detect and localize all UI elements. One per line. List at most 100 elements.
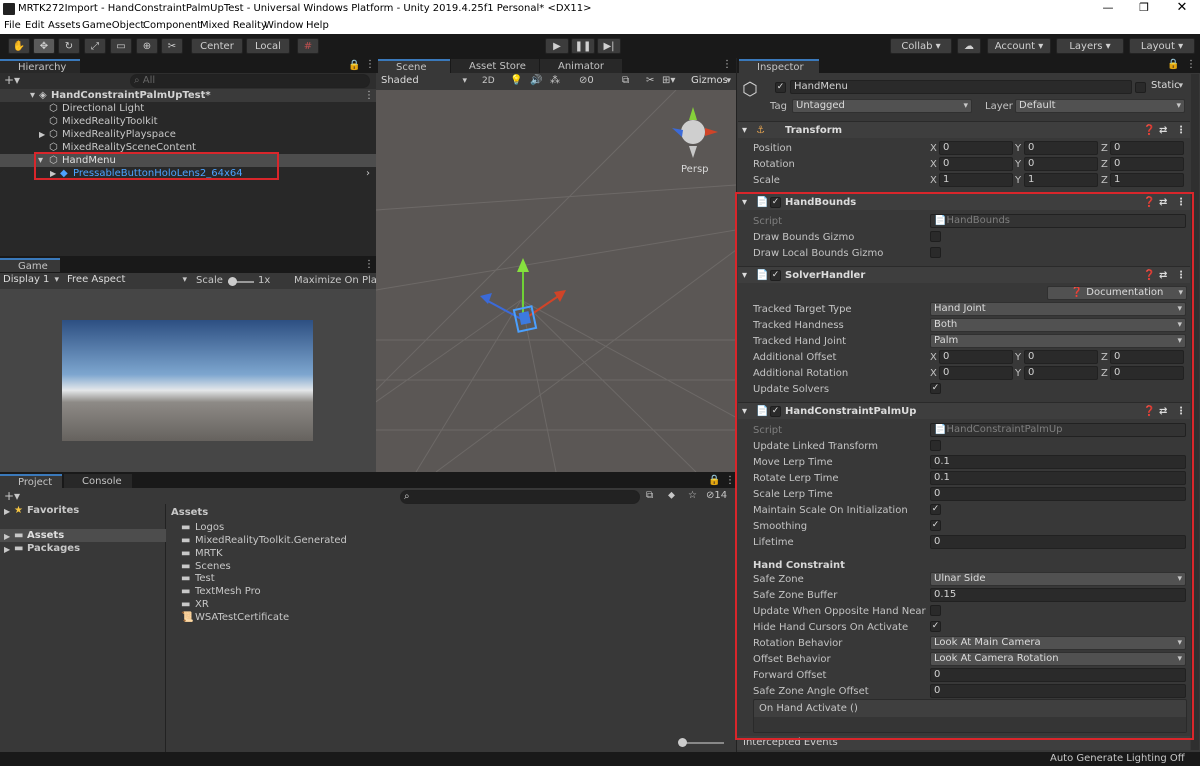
lock-icon[interactable]: 🔒 xyxy=(708,475,720,486)
asset-folder-test[interactable]: Test xyxy=(195,573,215,585)
collab-dropdown[interactable]: Collab ▾ xyxy=(890,38,952,54)
visibility-icon[interactable]: ⊘0 xyxy=(579,75,594,86)
project-search-input[interactable]: ⌕ xyxy=(400,490,640,504)
tab-project[interactable]: Project xyxy=(0,474,62,488)
axis-y-label[interactable]: Y xyxy=(1015,158,1021,171)
breadcrumb[interactable]: Assets xyxy=(171,507,208,519)
tab-console[interactable]: Console xyxy=(64,474,132,488)
scene-menu-icon[interactable]: ⋮ xyxy=(364,90,374,102)
lighting-icon[interactable]: 💡 xyxy=(510,75,522,86)
tab-hierarchy[interactable]: Hierarchy xyxy=(0,59,80,73)
additional-offset-x-field[interactable]: 0 xyxy=(939,350,1013,364)
tag-dropdown[interactable]: Untagged xyxy=(792,99,972,113)
rotation-z-field[interactable]: 0 xyxy=(1110,157,1184,171)
active-checkbox[interactable]: ✓ xyxy=(775,82,786,93)
create-button[interactable]: +▾ xyxy=(4,73,20,87)
expand-arrow-icon[interactable]: ▶ xyxy=(4,531,10,543)
grid-snap-button[interactable]: # xyxy=(297,38,319,54)
position-z-field[interactable]: 0 xyxy=(1110,141,1184,155)
asset-file-certificate[interactable]: WSATestCertificate xyxy=(195,612,289,624)
asset-folder-logos[interactable]: Logos xyxy=(195,522,224,534)
tools-icon[interactable]: ✂ xyxy=(646,75,654,86)
position-y-field[interactable]: 0 xyxy=(1024,141,1098,155)
menu-dots-icon[interactable]: ⋮ xyxy=(725,475,735,486)
static-checkbox[interactable] xyxy=(1135,82,1146,93)
tab-inspector[interactable]: Inspector xyxy=(739,59,819,73)
menu-help[interactable]: Help xyxy=(306,20,329,31)
gizmos-dropdown[interactable]: Gizmos xyxy=(688,75,734,89)
lock-icon[interactable]: 🔒 xyxy=(1167,59,1179,70)
icon-size-slider-thumb[interactable] xyxy=(678,738,687,747)
pause-button[interactable]: ❚❚ xyxy=(571,38,595,54)
game-preview[interactable] xyxy=(62,320,313,441)
hierarchy-item-playspace[interactable]: MixedRealityPlayspace xyxy=(62,129,176,141)
tree-favorites[interactable]: Favorites xyxy=(27,505,79,517)
axis-z-label[interactable]: Z xyxy=(1101,174,1108,187)
object-name-field[interactable]: HandMenu xyxy=(790,80,1132,94)
axis-x-label[interactable]: X xyxy=(930,351,937,364)
asset-folder-textmesh-pro[interactable]: TextMesh Pro xyxy=(195,586,261,598)
shading-mode-dropdown[interactable]: Shaded xyxy=(378,75,470,89)
cloud-button[interactable]: ☁ xyxy=(957,38,981,54)
scale-tool-button[interactable]: ⤢ xyxy=(84,38,106,54)
move-tool-button[interactable]: ✥ xyxy=(33,38,55,54)
expand-arrow-icon[interactable]: ▶ xyxy=(4,544,10,556)
axis-z-label[interactable]: Z xyxy=(1101,351,1108,364)
hierarchy-item-mrtk[interactable]: MixedRealityToolkit xyxy=(62,116,158,128)
menu-gameobject[interactable]: GameObject xyxy=(82,20,144,31)
chevron-right-icon[interactable]: › xyxy=(366,168,370,180)
menu-dots-icon[interactable]: ⋮ xyxy=(365,59,375,70)
maximize-button[interactable]: ❐ xyxy=(1134,1,1154,14)
menu-assets[interactable]: Assets xyxy=(48,20,81,31)
step-button[interactable]: ▶| xyxy=(597,38,621,54)
additional-rotation-x-field[interactable]: 0 xyxy=(939,366,1013,380)
tab-animator[interactable]: Animator xyxy=(540,59,622,73)
position-x-field[interactable]: 0 xyxy=(939,141,1013,155)
layers-dropdown[interactable]: Layers ▾ xyxy=(1056,38,1124,54)
transform-tool-button[interactable]: ⊕ xyxy=(136,38,158,54)
axis-x-label[interactable]: X xyxy=(930,174,937,187)
axis-y-label[interactable]: Y xyxy=(1015,351,1021,364)
additional-offset-y-field[interactable]: 0 xyxy=(1024,350,1098,364)
axis-y-label[interactable]: Y xyxy=(1015,174,1021,187)
menu-dots-icon[interactable]: ⋮ xyxy=(1186,59,1196,70)
menu-file[interactable]: File xyxy=(4,20,21,31)
menu-dots-icon[interactable]: ⋮ xyxy=(364,259,374,270)
tab-scene[interactable]: Scene xyxy=(378,59,450,73)
scale-z-field[interactable]: 1 xyxy=(1110,173,1184,187)
layer-dropdown[interactable]: Default xyxy=(1015,99,1185,113)
additional-offset-z-field[interactable]: 0 xyxy=(1110,350,1184,364)
expand-arrow-icon[interactable]: ▶ xyxy=(4,506,10,518)
axis-z-label[interactable]: Z xyxy=(1101,158,1108,171)
axis-x-label[interactable]: X xyxy=(930,142,937,155)
component-menu-icon[interactable]: ⋮ xyxy=(1176,122,1186,139)
hierarchy-search-input[interactable]: ⌕ All xyxy=(130,74,370,88)
tree-row-assets-selected[interactable] xyxy=(0,529,166,542)
menu-window[interactable]: Window xyxy=(264,20,303,31)
axis-z-label[interactable]: Z xyxy=(1101,367,1108,380)
axis-x-label[interactable]: X xyxy=(930,158,937,171)
hand-tool-button[interactable]: ✋ xyxy=(8,38,30,54)
create-button[interactable]: +▾ xyxy=(4,489,20,503)
help-icon[interactable]: ❓ xyxy=(1143,122,1155,139)
preset-icon[interactable]: ⇄ xyxy=(1159,122,1167,139)
layout-dropdown[interactable]: Layout ▾ xyxy=(1129,38,1195,54)
axis-y-label[interactable]: Y xyxy=(1015,142,1021,155)
rotate-tool-button[interactable]: ↻ xyxy=(58,38,80,54)
aspect-dropdown[interactable]: Free Aspect xyxy=(64,274,190,288)
static-dropdown[interactable]: Static xyxy=(1148,80,1186,94)
persp-label[interactable]: Persp xyxy=(681,164,709,175)
scale-x-field[interactable]: 1 xyxy=(939,173,1013,187)
menu-edit[interactable]: Edit xyxy=(25,20,44,31)
tree-packages[interactable]: Packages xyxy=(27,543,80,555)
asset-folder-mrtk-generated[interactable]: MixedRealityToolkit.Generated xyxy=(195,535,347,547)
scene-expand-icon[interactable]: ▾ xyxy=(30,90,35,102)
additional-rotation-y-field[interactable]: 0 xyxy=(1024,366,1098,380)
tab-game[interactable]: Game xyxy=(0,258,60,272)
scale-y-field[interactable]: 1 xyxy=(1024,173,1098,187)
foldout-arrow-icon[interactable]: ▾ xyxy=(742,122,747,139)
scale-slider-thumb[interactable] xyxy=(228,277,237,286)
tab-asset-store[interactable]: Asset Store xyxy=(451,59,539,73)
axis-z-label[interactable]: Z xyxy=(1101,142,1108,155)
lock-icon[interactable]: 🔒 xyxy=(348,60,360,71)
